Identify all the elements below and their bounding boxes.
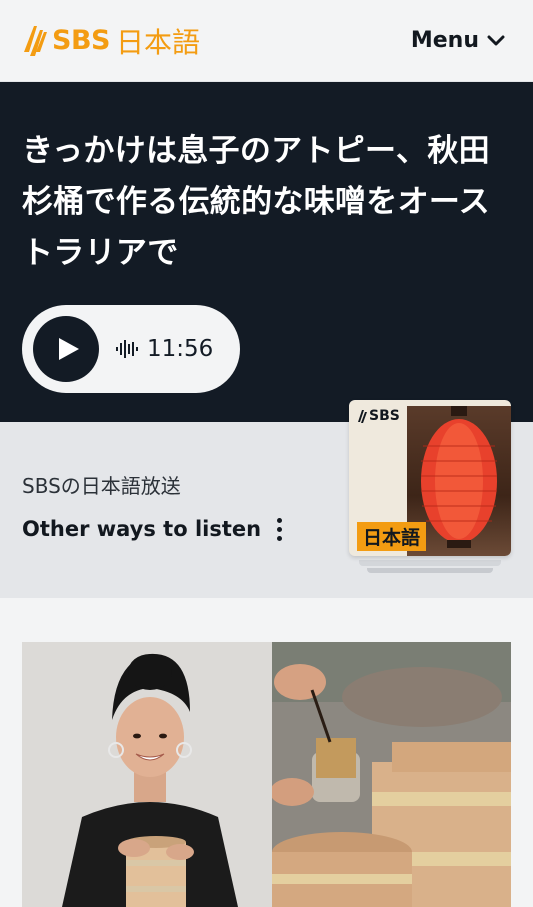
sbs-japanese-logo[interactable]: SBS 日本語: [22, 21, 200, 61]
episode-duration: 11:56: [147, 336, 214, 362]
episode-hero: きっかけは息子のアトピー、秋田杉桶で作る伝統的な味噌をオーストラリアで 11:5…: [0, 82, 533, 422]
miso-jar-and-wooden-barrels-image: [272, 642, 511, 907]
miso-barrel-photo: [272, 642, 511, 907]
menu-label: Menu: [410, 28, 479, 53]
waveform-icon: [116, 340, 138, 358]
episode-title: きっかけは息子のアトピー、秋田杉桶で作る伝統的な味噌をオーストラリアで: [22, 133, 490, 271]
play-icon: [59, 338, 79, 360]
podcast-info: SBSの日本語放送 Other ways to listen SBS 日本語: [0, 400, 533, 598]
other-ways-label: Other ways to listen: [22, 517, 262, 541]
site-header: SBS 日本語 Menu: [0, 0, 533, 82]
sbs-logo-mark-icon: [358, 410, 367, 423]
menu-button[interactable]: Menu: [411, 28, 505, 53]
podcast-cover[interactable]: SBS 日本語: [349, 400, 511, 573]
logo-brand-text: SBS: [52, 25, 110, 56]
cover-stack-shadow: [367, 568, 493, 573]
logo-language-text: 日本語: [115, 25, 200, 59]
cover-brand-text: SBS: [369, 408, 400, 424]
cover-logo: SBS: [357, 408, 400, 424]
audio-player: 11:56: [22, 305, 240, 393]
play-button[interactable]: [33, 316, 99, 382]
vertical-dots-icon: [273, 517, 286, 541]
cover-language-tag: 日本語: [357, 522, 427, 551]
spacer: [0, 598, 533, 642]
sbs-logo-mark-icon: [24, 25, 47, 56]
cover-stack-shadow: [359, 560, 501, 566]
woman-with-miso-barrel-image: [22, 642, 272, 907]
article-hero-image: [22, 642, 511, 907]
chevron-down-icon: [487, 35, 505, 45]
portrait-photo: [22, 642, 272, 907]
